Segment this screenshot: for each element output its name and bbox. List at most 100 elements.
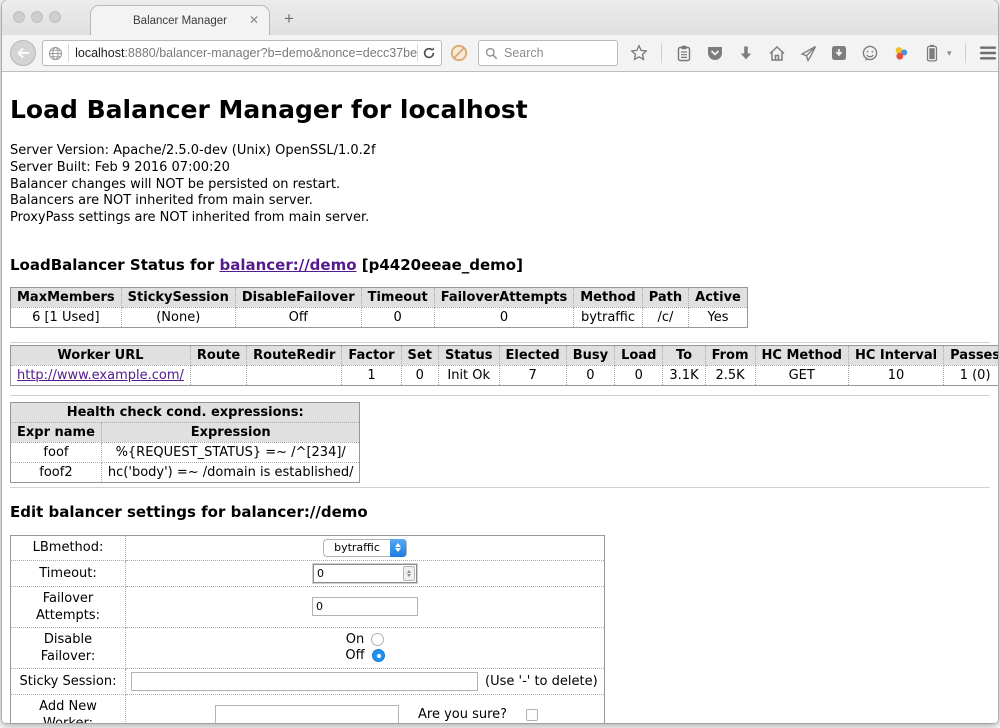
col-set: Set	[401, 345, 438, 365]
tab-title: Balancer Manager	[133, 15, 227, 27]
window-close-button[interactable]	[13, 11, 25, 23]
disable-failover-label: Disable Failover:	[11, 627, 126, 668]
table-row: 6 [1 Used] (None) Off 0 0 bytraffic /c/ …	[11, 307, 748, 327]
lbmethod-selected-value: bytraffic	[334, 539, 380, 556]
tab-close-icon[interactable]: ✕	[249, 14, 259, 26]
cell-route	[190, 365, 246, 385]
edit-settings-heading: Edit balancer settings for balancer://de…	[10, 503, 990, 521]
home-icon[interactable]	[768, 44, 786, 62]
toolbar-separator	[965, 43, 966, 63]
image-block-icon[interactable]	[450, 44, 468, 62]
toolbar-buttons: ▾	[630, 43, 998, 63]
back-icon	[16, 47, 30, 59]
navigation-toolbar: localhost:8880/balancer-manager?b=demo&n…	[2, 35, 998, 72]
cell-failoverattempts: 0	[434, 307, 574, 327]
col-routeredir: RouteRedir	[247, 345, 342, 365]
col-expression: Expression	[101, 422, 360, 442]
number-spinner-icon[interactable]	[403, 566, 415, 581]
table-header-row: MaxMembers StickySession DisableFailover…	[11, 287, 748, 307]
globe-icon	[47, 44, 64, 62]
are-you-sure-checkbox[interactable]	[526, 709, 538, 721]
form-row-sticky-session: Sticky Session: (Use '-' to delete)	[11, 668, 605, 694]
status-heading-suffix: [p4420eeae_demo]	[357, 256, 523, 274]
cell-hc-method: GET	[755, 365, 848, 385]
form-row-disable-failover: Disable Failover: On Off	[11, 627, 605, 668]
timeout-input[interactable]	[313, 564, 417, 583]
balancer-status-table: MaxMembers StickySession DisableFailover…	[10, 287, 748, 328]
cell-busy: 0	[566, 365, 614, 385]
cell-hc-interval: 10	[848, 365, 943, 385]
toolbar-separator	[661, 43, 662, 63]
form-row-lbmethod: LBmethod: bytraffic	[11, 535, 605, 560]
url-bar[interactable]: localhost:8880/balancer-manager?b=demo&n…	[42, 40, 442, 66]
worker-url-link[interactable]: http://www.example.com/	[17, 368, 184, 383]
battery-icon[interactable]	[923, 44, 941, 62]
table-row: foof2 hc('body') =~ /domain is establish…	[11, 462, 360, 482]
form-row-failover-attempts: Failover Attempts:	[11, 586, 605, 627]
col-busy: Busy	[566, 345, 614, 365]
back-button[interactable]	[10, 40, 36, 66]
col-active: Active	[689, 287, 748, 307]
radio-on-label: On	[346, 632, 364, 648]
url-text[interactable]: localhost:8880/balancer-manager?b=demo&n…	[69, 46, 417, 60]
col-maxmembers: MaxMembers	[11, 287, 122, 307]
search-input[interactable]: Search	[478, 40, 618, 66]
disable-failover-on-radio[interactable]	[371, 633, 384, 646]
sticky-session-label: Sticky Session:	[11, 668, 126, 694]
window-zoom-button[interactable]	[49, 11, 61, 23]
url-host: localhost	[75, 46, 124, 60]
cell-active: Yes	[689, 307, 748, 327]
bookmark-star-icon[interactable]	[630, 44, 648, 62]
cell-maxmembers: 6 [1 Used]	[11, 307, 122, 327]
bookmarks-icon[interactable]	[675, 44, 693, 62]
dropdown-caret-icon[interactable]: ▾	[947, 48, 952, 59]
divider	[10, 342, 990, 343]
col-passes: Passes	[944, 345, 998, 365]
cell-elected: 7	[499, 365, 566, 385]
new-tab-button[interactable]: +	[284, 9, 294, 29]
col-disablefailover: DisableFailover	[235, 287, 361, 307]
disable-failover-off-radio[interactable]	[372, 649, 385, 662]
server-info: Server Version: Apache/2.5.0-dev (Unix) …	[10, 143, 990, 227]
cell-to: 3.1K	[663, 365, 705, 385]
are-you-sure-label: Are you sure?	[418, 706, 507, 723]
server-version: Server Version: Apache/2.5.0-dev (Unix) …	[10, 143, 990, 160]
cell-set: 0	[401, 365, 438, 385]
health-check-table: Health check cond. expressions: Expr nam…	[10, 402, 360, 483]
cell-expr-name: foof	[11, 442, 102, 462]
sticky-session-input[interactable]	[131, 672, 478, 691]
table-header-row: Worker URL Route RouteRedir Factor Set S…	[11, 345, 999, 365]
reload-icon[interactable]	[421, 44, 438, 62]
color-dots-icon[interactable]	[892, 44, 910, 62]
cell-factor: 1	[342, 365, 401, 385]
pocket-icon[interactable]	[706, 44, 724, 62]
col-stickysession: StickySession	[121, 287, 235, 307]
feedback-smiley-icon[interactable]	[861, 44, 879, 62]
col-route: Route	[190, 345, 246, 365]
downloads-icon[interactable]	[737, 44, 755, 62]
window-minimize-button[interactable]	[31, 11, 43, 23]
menu-icon[interactable]	[979, 44, 997, 62]
divider	[10, 395, 990, 396]
add-worker-input[interactable]	[215, 705, 399, 723]
failover-attempts-label: Failover Attempts:	[11, 586, 126, 627]
lbmethod-select[interactable]: bytraffic	[323, 539, 407, 557]
send-icon[interactable]	[799, 44, 817, 62]
table-row: http://www.example.com/ 1 0 Init Ok 7 0 …	[11, 365, 999, 385]
download-square-icon[interactable]	[830, 44, 848, 62]
lbmethod-label: LBmethod:	[11, 535, 126, 560]
cell-from: 2.5K	[705, 365, 755, 385]
server-built: Server Built: Feb 9 2016 07:00:20	[10, 160, 990, 177]
form-row-timeout: Timeout:	[11, 560, 605, 586]
add-worker-label: Add New Worker:	[11, 694, 126, 723]
tab-balancer-manager[interactable]: Balancer Manager ✕	[90, 5, 270, 35]
col-to: To	[663, 345, 705, 365]
worker-table: Worker URL Route RouteRedir Factor Set S…	[10, 345, 998, 386]
col-hc-interval: HC Interval	[848, 345, 943, 365]
failover-attempts-input[interactable]	[312, 597, 418, 616]
cell-method: bytraffic	[574, 307, 642, 327]
balancer-demo-link[interactable]: balancer://demo	[219, 256, 356, 274]
balancer-settings-form: LBmethod: bytraffic Timeout:	[10, 535, 605, 723]
sticky-session-hint: (Use '-' to delete)	[485, 673, 598, 690]
cell-load: 0	[615, 365, 663, 385]
